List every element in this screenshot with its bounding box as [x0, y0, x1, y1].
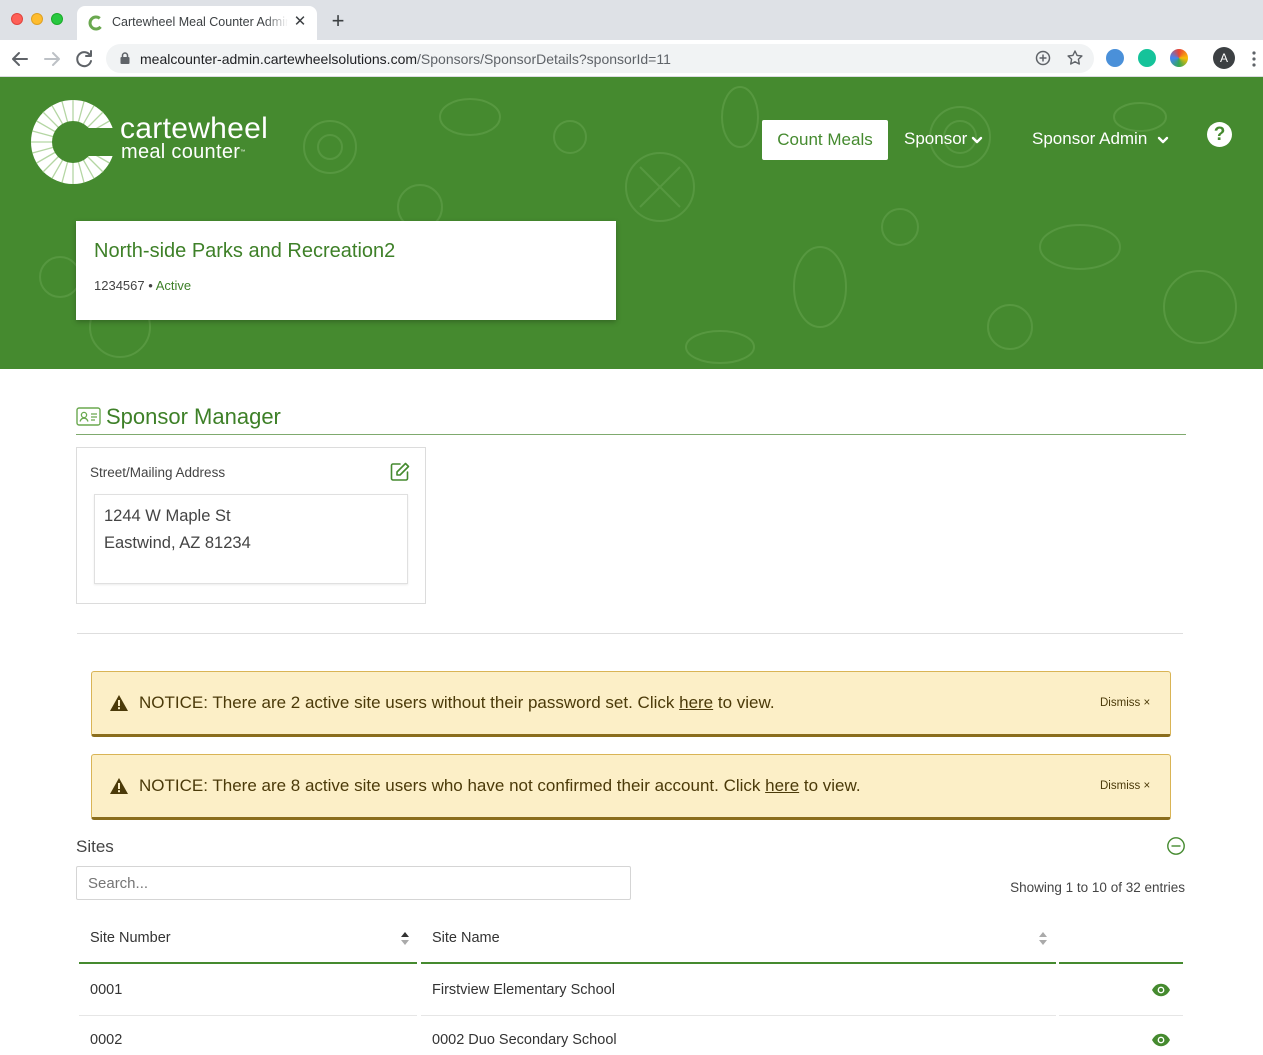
reload-icon[interactable]	[72, 47, 96, 71]
install-app-icon[interactable]	[1034, 49, 1052, 67]
browser-toolbar: mealcounter-admin.cartewheelsolutions.co…	[0, 40, 1263, 77]
back-arrow-icon[interactable]	[8, 47, 32, 71]
sponsor-card: North-side Parks and Recreation2 1234567…	[76, 221, 616, 320]
tab-close-icon[interactable]: ✕	[291, 13, 309, 31]
sites-search-input[interactable]	[76, 866, 631, 900]
chevron-down-icon	[972, 136, 983, 143]
table-cell-actions	[1059, 1016, 1183, 1055]
warning-icon	[110, 778, 128, 794]
color-extension-icon[interactable]	[1170, 49, 1188, 67]
lock-icon[interactable]	[118, 51, 132, 65]
column-header-site-name[interactable]: Site Name	[421, 911, 1056, 964]
forward-arrow-icon[interactable]	[40, 47, 64, 71]
address-line-1: 1244 W Maple St	[104, 507, 231, 525]
extension-icon[interactable]	[1106, 49, 1124, 67]
chevron-down-icon	[1158, 136, 1169, 143]
sponsor-admin-menu[interactable]: Sponsor Admin	[1032, 129, 1169, 149]
dismiss-button[interactable]: Dismiss ×	[1100, 697, 1150, 709]
sponsor-menu[interactable]: Sponsor	[904, 129, 983, 149]
view-eye-icon[interactable]	[1151, 1033, 1171, 1047]
sort-ascending-icon[interactable]	[400, 930, 410, 947]
collapse-minus-icon[interactable]	[1166, 836, 1186, 856]
address-box: 1244 W Maple St Eastwind, AZ 81234	[94, 494, 408, 584]
tab-title: Cartewheel Meal Counter Admin	[112, 15, 288, 29]
sponsor-name: North-side Parks and Recreation2	[94, 240, 396, 262]
section-title: Sponsor Manager	[106, 404, 281, 429]
notice-password-not-set: NOTICE: There are 2 active site users wi…	[91, 671, 1171, 737]
address-bar[interactable]: mealcounter-admin.cartewheelsolutions.co…	[106, 44, 1094, 73]
new-tab-icon[interactable]: +	[327, 10, 349, 32]
view-users-link[interactable]: here	[679, 693, 713, 712]
edit-icon[interactable]	[389, 461, 411, 483]
sort-icon[interactable]	[1038, 930, 1048, 947]
sites-title: Sites	[76, 837, 114, 856]
grammarly-extension-icon[interactable]	[1138, 49, 1156, 67]
table-cell-site-number: 0002	[79, 1016, 417, 1055]
window-minimize-button[interactable]	[31, 13, 43, 25]
content-divider	[77, 633, 1183, 634]
address-label: Street/Mailing Address	[90, 465, 226, 480]
table-cell-site-name: Firstview Elementary School	[421, 966, 1056, 1016]
help-icon[interactable]: ?	[1207, 122, 1232, 147]
address-line-2: Eastwind, AZ 81234	[104, 534, 251, 552]
notice-text: NOTICE: There are 8 active site users wh…	[139, 776, 861, 795]
table-cell-site-name: 0002 Duo Secondary School	[421, 1016, 1056, 1055]
entries-count: Showing 1 to 10 of 32 entries	[1010, 880, 1185, 895]
url-text: mealcounter-admin.cartewheelsolutions.co…	[140, 51, 671, 67]
sponsor-meta: 1234567 • Active	[94, 278, 192, 293]
bookmark-star-icon[interactable]	[1066, 49, 1084, 67]
profile-avatar[interactable]: A	[1213, 47, 1235, 69]
window-zoom-button[interactable]	[51, 13, 63, 25]
view-users-link[interactable]: here	[765, 776, 799, 795]
notice-account-not-confirmed: NOTICE: There are 8 active site users wh…	[91, 754, 1171, 820]
status-badge: Active	[155, 278, 192, 293]
page-header: cartewheel meal counter™ Count Meals Spo…	[0, 77, 1263, 369]
view-eye-icon[interactable]	[1151, 983, 1171, 997]
window-close-button[interactable]	[11, 13, 23, 25]
cartewheel-favicon-icon	[88, 15, 104, 31]
notice-text: NOTICE: There are 2 active site users wi…	[139, 693, 775, 712]
count-meals-button[interactable]: Count Meals	[762, 120, 888, 160]
section-divider	[76, 434, 1186, 435]
sponsor-id: 1234567	[94, 278, 145, 293]
column-header-actions	[1059, 911, 1183, 964]
table-cell-site-number: 0001	[79, 966, 417, 1016]
warning-icon	[110, 695, 128, 711]
dismiss-button[interactable]: Dismiss ×	[1100, 780, 1150, 792]
table-cell-actions	[1059, 966, 1183, 1016]
id-card-icon	[76, 407, 101, 426]
brand-tagline: meal counter™	[121, 141, 246, 163]
browser-tab-strip: Cartewheel Meal Counter Admin ✕ +	[0, 0, 1263, 40]
browser-tab[interactable]: Cartewheel Meal Counter Admin ✕	[77, 6, 317, 40]
cartewheel-logo	[31, 100, 115, 184]
browser-menu-icon[interactable]	[1248, 49, 1260, 69]
address-card: Street/Mailing Address 1244 W Maple St E…	[76, 447, 426, 604]
column-header-site-number[interactable]: Site Number	[79, 911, 417, 964]
